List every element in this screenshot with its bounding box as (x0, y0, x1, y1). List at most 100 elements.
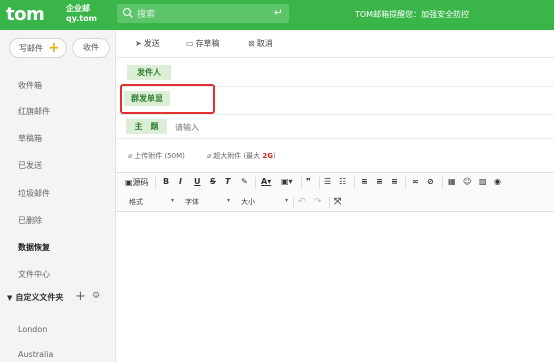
folder-item-australia[interactable]: Australia (18, 350, 53, 359)
divider (117, 114, 554, 115)
paperclip-icon: ⌀ (207, 152, 212, 160)
sidebar-item-file-center[interactable]: 文件中心 (18, 269, 50, 280)
unlink-button[interactable]: ⊘ (427, 177, 434, 186)
undo-button[interactable]: ↶ (298, 197, 306, 207)
bullet-list-button[interactable]: ☰ (324, 177, 331, 186)
gear-icon[interactable]: ⚙ (92, 291, 100, 301)
subject-label: 主 题 (126, 119, 167, 134)
dropdown-arrow-icon: ▾ (285, 197, 289, 204)
background-color-button[interactable]: ▣▾ (281, 177, 293, 186)
underline-button[interactable]: U (194, 177, 201, 186)
subject-input[interactable]: 请输入 (175, 122, 199, 133)
logo: tom (6, 4, 45, 25)
source-label: 源码 (132, 178, 149, 187)
send-icon: ➤ (135, 39, 142, 48)
toolbar-divider (442, 177, 443, 188)
cancel-icon: ⊠ (248, 39, 255, 48)
emoji-button[interactable]: ☺ (463, 177, 471, 186)
toolbar-divider (293, 197, 294, 208)
rich-text-editor: ▣源码 B I U S T ✎ A▾ ▣▾ ❞ ☰ ☷ ≡ ≡ ≡ ∞ ⊘ ▦ … (117, 172, 554, 362)
source-icon: ▣ (125, 178, 133, 187)
compose-toolbar: ➤ 发送 ▭ 存草稿 ⊠ 取消 (117, 30, 554, 58)
draft-icon: ▭ (186, 39, 194, 48)
cancel-label: 取消 (256, 39, 273, 48)
receive-mail-button[interactable]: 收件 (72, 38, 110, 58)
large-attachment-label: 超大附件 (最大 (213, 152, 263, 160)
font-label: 字体 (185, 198, 199, 206)
custom-folder-label: 自定义文件夹 (15, 293, 64, 302)
size-select[interactable]: 大小 ▾ (241, 197, 291, 207)
dropdown-arrow-icon: ▾ (171, 197, 175, 204)
cancel-button[interactable]: ⊠ 取消 (248, 38, 273, 49)
strikethrough-button[interactable]: S (210, 177, 216, 186)
font-color-button[interactable]: A▾ (261, 177, 271, 186)
save-draft-label: 存草稿 (195, 39, 220, 48)
large-attachment-close: ) (273, 152, 276, 160)
sidebar-item-drafts[interactable]: 草稿箱 (18, 133, 42, 144)
toolbar-divider (255, 177, 256, 188)
enter-icon[interactable]: ↵ (274, 6, 283, 19)
source-button[interactable]: ▣源码 (125, 177, 149, 188)
logo-domain: qy.tom (66, 14, 97, 23)
write-mail-button[interactable]: 写邮件 + (9, 38, 67, 58)
align-right-button[interactable]: ≡ (391, 177, 398, 186)
redo-button[interactable]: ↷ (314, 197, 322, 207)
numbered-list-button[interactable]: ☷ (339, 177, 346, 186)
align-left-button[interactable]: ≡ (361, 177, 368, 186)
screenshot-button[interactable]: ◉ (494, 177, 501, 186)
large-attachment-link[interactable]: ⌀ 超大附件 (最大 2G) (207, 151, 276, 161)
editor-toolbar-row-2: 格式 ▾ 字体 ▾ 大小 ▾ ↶ ↷ ⤧ (117, 192, 554, 212)
sidebar-item-flagged[interactable]: 红旗邮件 (18, 106, 50, 117)
upload-attachment-label: 上传附件 (50M) (134, 152, 185, 160)
large-attachment-size: 2G (262, 152, 274, 160)
write-mail-label: 写邮件 (19, 44, 43, 53)
logo-subtitle: 企业邮 (66, 4, 90, 13)
toolbar-divider (155, 177, 156, 188)
bold-button[interactable]: B (163, 177, 169, 186)
sender-label: 发件人 (127, 65, 171, 80)
sidebar-item-data-recovery[interactable]: 数据恢复 (18, 242, 50, 253)
toolbar-divider (329, 197, 330, 208)
send-label: 发送 (143, 39, 160, 48)
table-button[interactable]: ▦ (448, 177, 456, 186)
dropdown-arrow-icon: ▾ (227, 197, 231, 204)
divider (117, 138, 554, 139)
quote-button[interactable]: ❞ (306, 177, 311, 186)
upload-attachment-link[interactable]: ⌀ 上传附件 (50M) (128, 151, 185, 161)
search-placeholder: 搜索 (137, 10, 156, 20)
clear-format-button[interactable]: T (225, 177, 230, 186)
custom-folder-header[interactable]: ▼ 自定义文件夹 (7, 292, 63, 303)
send-button[interactable]: ➤ 发送 (135, 38, 160, 49)
sidebar-item-spam[interactable]: 垃圾邮件 (18, 188, 50, 199)
size-label: 大小 (241, 198, 255, 206)
add-folder-icon[interactable]: + (75, 289, 86, 304)
folder-item-london[interactable]: London (18, 325, 47, 334)
sidebar-item-inbox[interactable]: 收件箱 (18, 80, 42, 91)
search-input[interactable]: 搜索 ↵ (117, 4, 289, 23)
top-bar: tom 企业邮 qy.tom 搜索 ↵ TOM邮箱提醒您：加强安全防控 (0, 0, 554, 30)
italic-button[interactable]: I (179, 177, 182, 186)
toolbar-divider (319, 177, 320, 188)
format-painter-icon[interactable]: ✎ (241, 177, 248, 186)
search-icon (122, 7, 133, 18)
plus-icon: + (48, 40, 60, 56)
toolbar-divider (301, 177, 302, 188)
fullscreen-icon[interactable]: ⤧ (334, 197, 341, 207)
link-button[interactable]: ∞ (412, 177, 419, 186)
highlight-box (120, 84, 215, 114)
sidebar-item-deleted[interactable]: 已删除 (18, 215, 42, 226)
sidebar: 写邮件 + 收件 收件箱 红旗邮件 草稿箱 已发送 垃圾邮件 已删除 数据恢复 … (0, 30, 116, 362)
paperclip-icon: ⌀ (128, 152, 133, 160)
triangle-down-icon: ▼ (7, 294, 13, 302)
format-select[interactable]: 格式 ▾ (129, 197, 179, 207)
security-notice: TOM邮箱提醒您：加强安全防控 (355, 10, 470, 19)
format-label: 格式 (129, 198, 143, 206)
sidebar-item-sent[interactable]: 已发送 (18, 160, 42, 171)
editor-toolbar-row-1: ▣源码 B I U S T ✎ A▾ ▣▾ ❞ ☰ ☷ ≡ ≡ ≡ ∞ ⊘ ▦ … (117, 173, 554, 192)
toolbar-divider (354, 177, 355, 188)
align-center-button[interactable]: ≡ (376, 177, 383, 186)
toolbar-divider (405, 177, 406, 188)
save-draft-button[interactable]: ▭ 存草稿 (186, 38, 220, 49)
image-button[interactable]: ▨ (479, 177, 487, 186)
font-select[interactable]: 字体 ▾ (185, 197, 235, 207)
